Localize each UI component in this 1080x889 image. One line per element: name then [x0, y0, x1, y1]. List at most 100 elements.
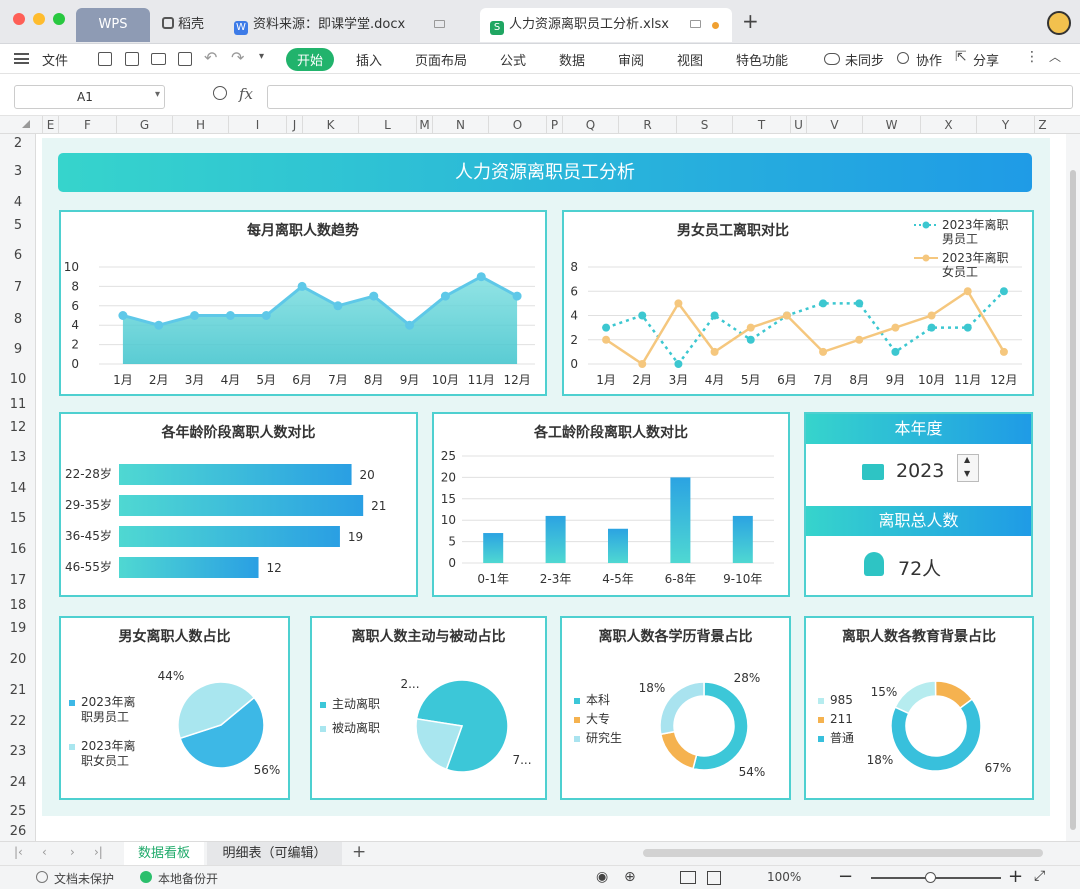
redo-icon[interactable]: ↷	[231, 48, 244, 67]
more-icon[interactable]: ⋮	[1025, 49, 1039, 65]
zoom-search-icon[interactable]	[213, 86, 227, 100]
last-sheet-icon[interactable]: ›|	[94, 845, 103, 859]
menu-formula[interactable]: 公式	[500, 50, 526, 69]
add-sheet-button[interactable]: +	[352, 842, 366, 862]
doc-protect-status[interactable]: 文档未保护	[54, 870, 114, 887]
column-header-X[interactable]: X	[920, 116, 976, 134]
column-header-K[interactable]: K	[302, 116, 358, 134]
column-header-L[interactable]: L	[358, 116, 416, 134]
row-header-18[interactable]: 18	[0, 598, 36, 613]
export-icon[interactable]	[125, 52, 139, 66]
column-header-T[interactable]: T	[732, 116, 790, 134]
row-header-9[interactable]: 9	[0, 342, 36, 357]
spinner-up-icon[interactable]: ▲	[964, 455, 970, 464]
row-header-5[interactable]: 5	[0, 218, 36, 233]
column-header-G[interactable]: G	[116, 116, 172, 134]
column-header-E[interactable]: E	[42, 116, 58, 134]
column-header-Q[interactable]: Q	[562, 116, 618, 134]
layout-icon[interactable]: ⊕	[624, 869, 636, 885]
backup-status[interactable]: 本地备份开	[158, 870, 218, 887]
row-header-15[interactable]: 15	[0, 511, 36, 526]
new-tab-button[interactable]: +	[742, 9, 759, 33]
zoom-slider[interactable]	[871, 872, 1001, 883]
year-spinner[interactable]: ▲ ▼	[957, 454, 979, 482]
row-header-22[interactable]: 22	[0, 714, 36, 729]
spinner-down-icon[interactable]: ▼	[964, 469, 970, 478]
column-header-I[interactable]: I	[228, 116, 286, 134]
scroll-thumb[interactable]	[1070, 170, 1076, 830]
save-icon[interactable]	[98, 52, 112, 66]
column-header-W[interactable]: W	[862, 116, 920, 134]
formula-input[interactable]	[267, 85, 1073, 109]
row-header-3[interactable]: 3	[0, 164, 36, 179]
next-sheet-icon[interactable]: ›	[70, 845, 75, 859]
row-header-12[interactable]: 12	[0, 420, 36, 435]
column-header-Y[interactable]: Y	[976, 116, 1034, 134]
sheet-tab-detail[interactable]: 明细表（可编辑）	[207, 842, 342, 865]
maximize-window-button[interactable]	[53, 13, 65, 25]
fullscreen-icon[interactable]: ⤢	[1034, 868, 1045, 884]
column-header-J[interactable]: J	[286, 116, 302, 134]
chevron-down-icon[interactable]: ▾	[155, 89, 160, 100]
column-header-R[interactable]: R	[618, 116, 676, 134]
row-header-11[interactable]: 11	[0, 397, 36, 412]
menu-page-layout[interactable]: 页面布局	[415, 50, 467, 69]
expand-icon[interactable]: ︿	[1049, 48, 1061, 65]
row-header-25[interactable]: 25	[0, 804, 36, 819]
select-all-icon[interactable]	[22, 120, 30, 128]
tab-wps[interactable]: WPS	[76, 8, 150, 42]
print-icon[interactable]	[151, 53, 166, 65]
column-header-H[interactable]: H	[172, 116, 228, 134]
column-header-M[interactable]: M	[416, 116, 432, 134]
menu-insert[interactable]: 插入	[356, 50, 382, 69]
zoom-in-icon[interactable]: +	[1008, 866, 1023, 887]
normal-view-icon[interactable]	[680, 871, 696, 884]
menu-view[interactable]: 视图	[677, 50, 703, 69]
row-header-24[interactable]: 24	[0, 775, 36, 790]
row-header-20[interactable]: 20	[0, 652, 36, 667]
row-header-16[interactable]: 16	[0, 542, 36, 557]
sync-status[interactable]: 未同步	[845, 50, 884, 69]
row-header-13[interactable]: 13	[0, 450, 36, 465]
row-header-2[interactable]: 2	[0, 136, 36, 151]
row-header-10[interactable]: 10	[0, 372, 36, 387]
menu-file[interactable]: 文件	[42, 50, 68, 69]
zoom-out-icon[interactable]: −	[838, 866, 853, 887]
row-header-8[interactable]: 8	[0, 312, 36, 327]
minimize-window-button[interactable]	[33, 13, 45, 25]
zoom-slider-handle[interactable]	[925, 872, 936, 883]
name-box[interactable]: A1 ▾	[14, 85, 165, 109]
row-header-4[interactable]: 4	[0, 195, 36, 210]
column-header-V[interactable]: V	[806, 116, 862, 134]
column-header-F[interactable]: F	[58, 116, 116, 134]
menu-special[interactable]: 特色功能	[736, 50, 788, 69]
sheet-tab-dashboard[interactable]: 数据看板	[124, 842, 204, 865]
tab-docx[interactable]: W 资料来源：即课学堂.docx	[224, 8, 474, 42]
row-header-17[interactable]: 17	[0, 573, 36, 588]
tab-xlsx[interactable]: S 人力资源离职员工分析.xlsx	[480, 8, 732, 42]
row-header-26[interactable]: 26	[0, 824, 36, 839]
eye-protect-icon[interactable]: ◉	[596, 869, 608, 885]
avatar[interactable]	[1047, 11, 1071, 35]
row-header-14[interactable]: 14	[0, 481, 36, 496]
zoom-level[interactable]: 100%	[767, 870, 801, 884]
chevron-down-icon[interactable]: ▾	[259, 51, 264, 62]
close-window-button[interactable]	[13, 13, 25, 25]
function-icon[interactable]: fx	[239, 85, 253, 103]
horizontal-scrollbar[interactable]	[643, 849, 1043, 857]
row-header-7[interactable]: 7	[0, 280, 36, 295]
row-header-23[interactable]: 23	[0, 744, 36, 759]
menu-data[interactable]: 数据	[559, 50, 585, 69]
collaborate-button[interactable]: 协作	[916, 50, 942, 69]
column-header-Z[interactable]: Z	[1034, 116, 1050, 134]
undo-icon[interactable]: ↶	[204, 48, 217, 67]
prev-sheet-icon[interactable]: ‹	[42, 845, 47, 859]
print-preview-icon[interactable]	[178, 52, 192, 66]
tab-docer[interactable]: 稻壳	[152, 8, 222, 42]
row-header-21[interactable]: 21	[0, 683, 36, 698]
vertical-scrollbar[interactable]	[1066, 134, 1080, 841]
first-sheet-icon[interactable]: |‹	[14, 845, 23, 859]
menu-home[interactable]: 开始	[286, 48, 335, 71]
share-button[interactable]: 分享	[973, 50, 999, 69]
column-header-P[interactable]: P	[546, 116, 562, 134]
